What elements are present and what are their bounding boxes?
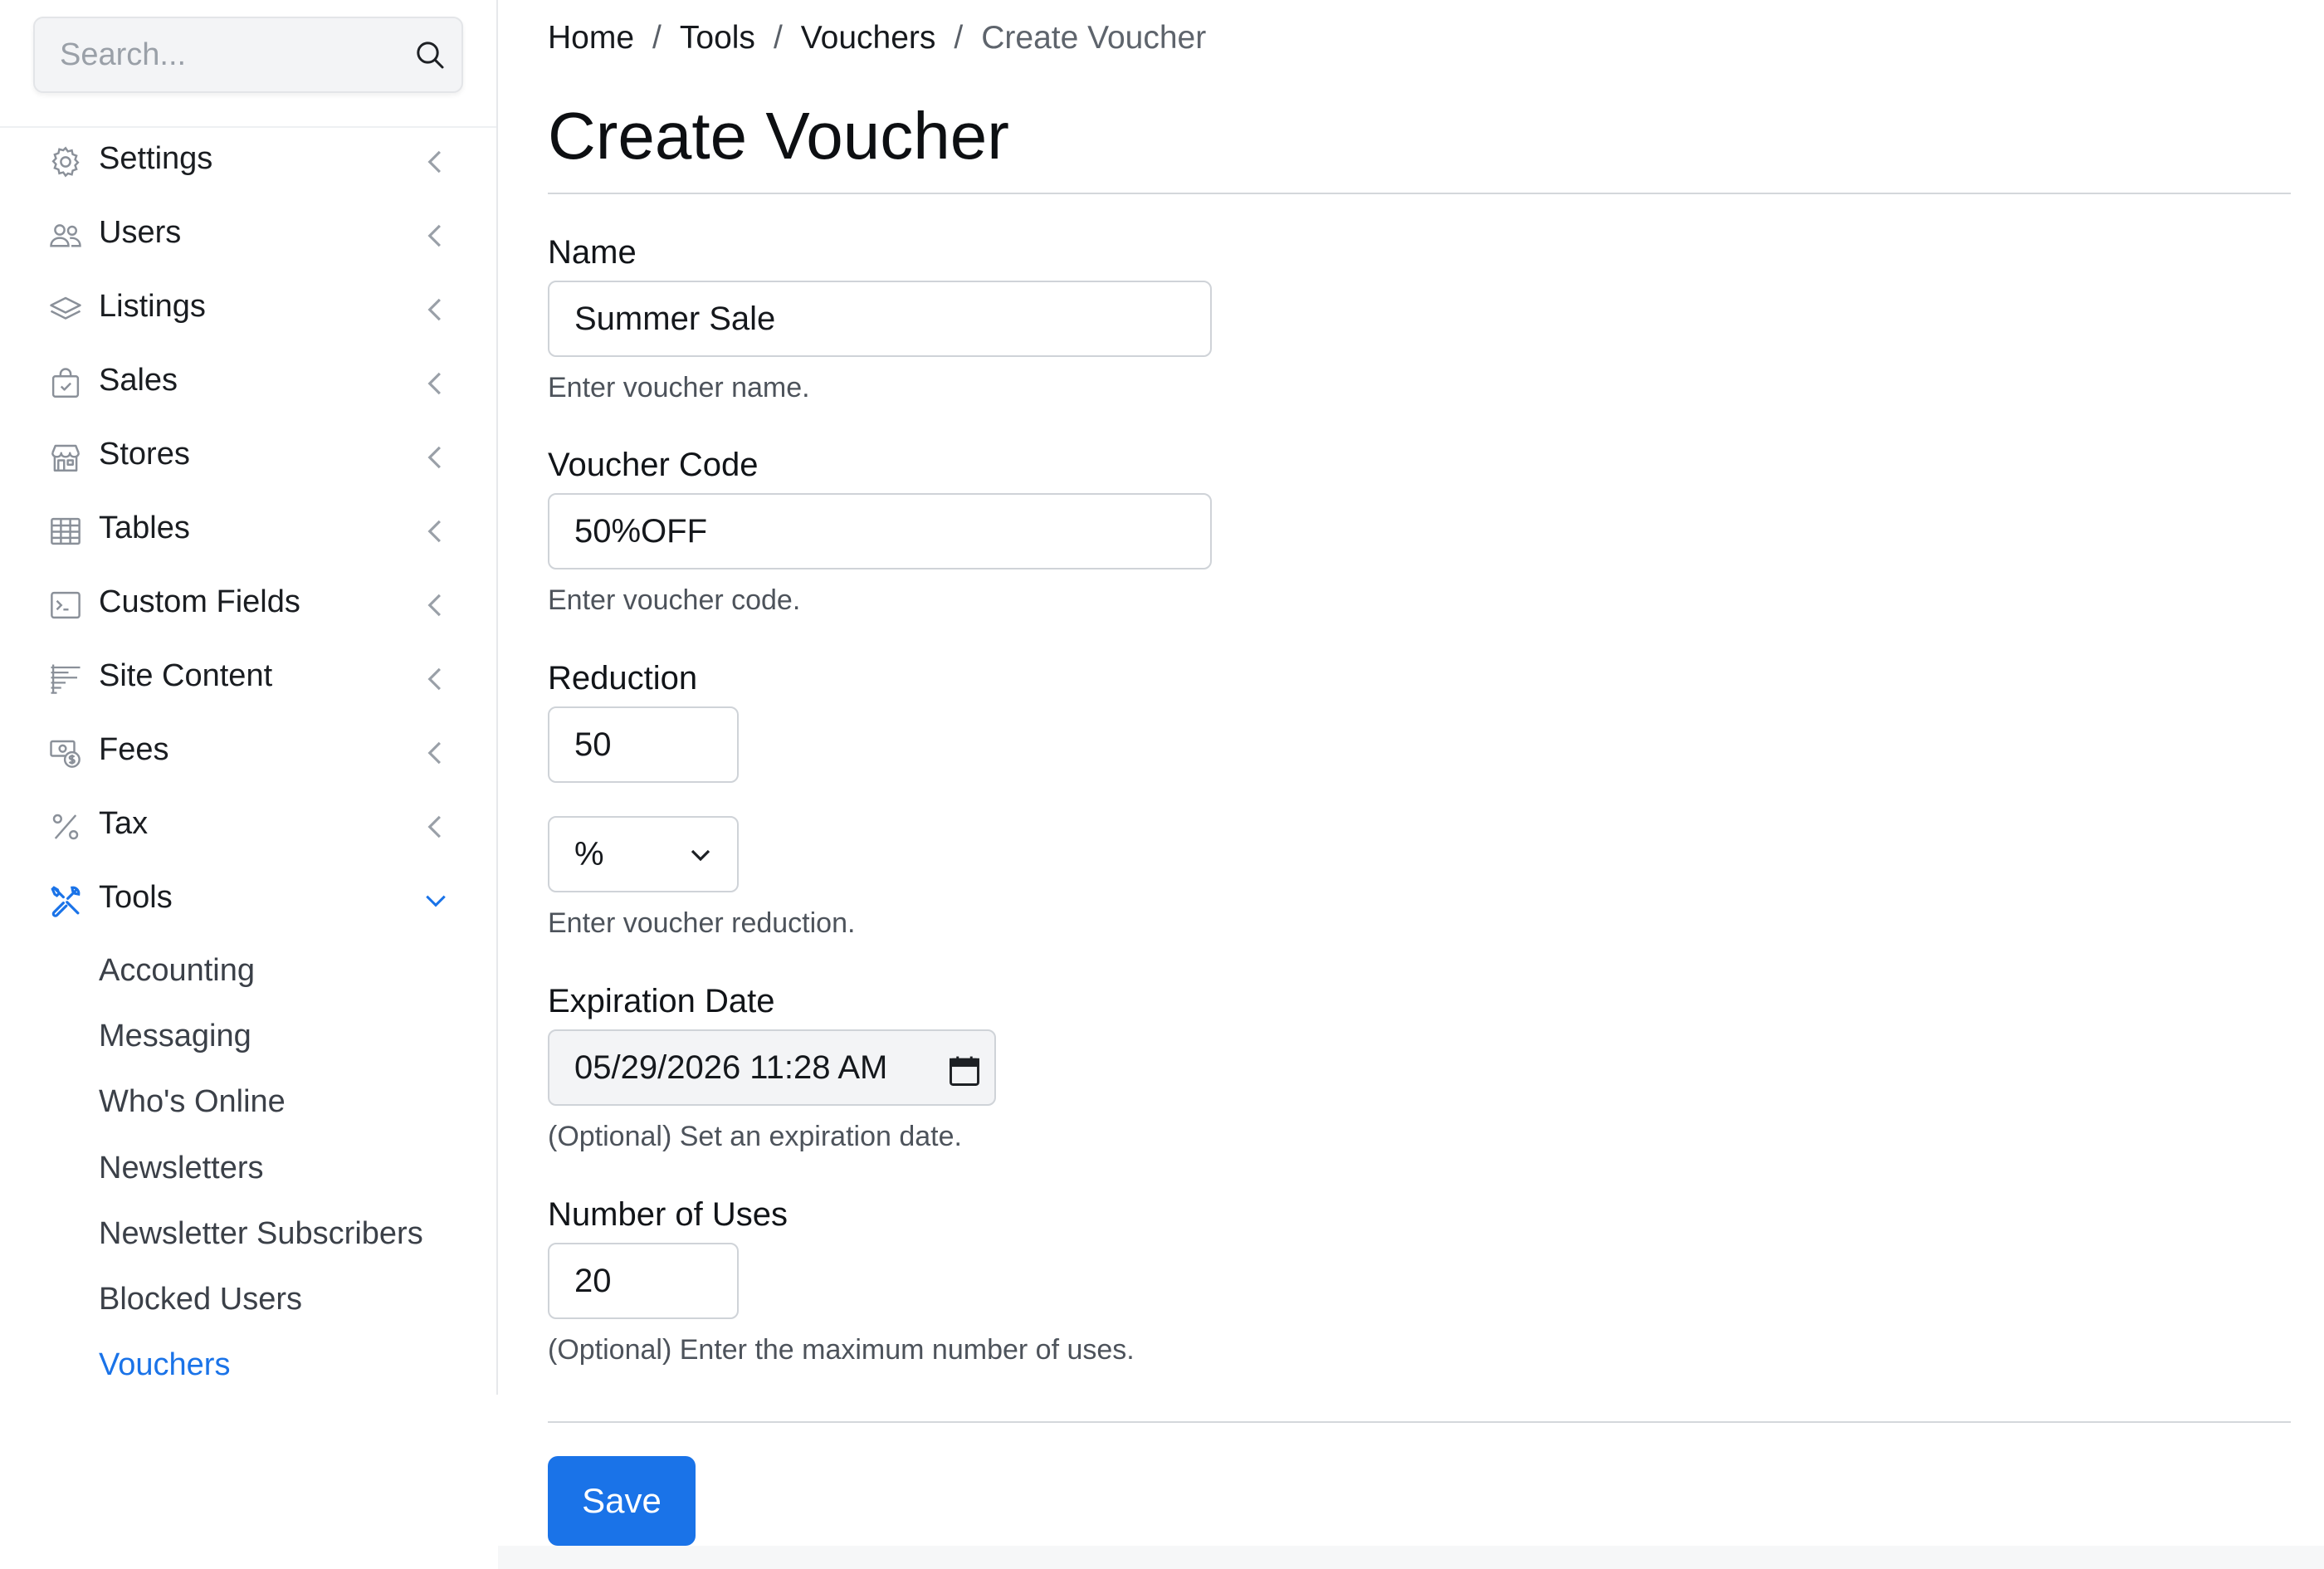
chevron-left-icon (427, 520, 441, 543)
expiration-date-help: (Optional) Set an expiration date. (548, 1121, 962, 1152)
reduction-help: Enter voucher reduction. (548, 907, 856, 939)
sidebar-item-label: Listings (99, 289, 206, 324)
reduction-input[interactable] (548, 706, 739, 783)
sidebar-item-site-content[interactable]: Site Content (0, 648, 496, 708)
chevron-left-icon (427, 150, 441, 174)
terminal-icon (51, 591, 81, 619)
page-title: Create Voucher (548, 99, 1009, 173)
name-label: Name (548, 234, 637, 271)
chevron-left-icon (427, 446, 441, 469)
breadcrumb-tools[interactable]: Tools (680, 20, 755, 56)
sidebar-item-stores[interactable]: Stores (0, 427, 496, 486)
reduction-unit-value: % (574, 836, 604, 872)
breadcrumb-separator: / (954, 20, 964, 56)
voucher-code-input[interactable] (548, 493, 1212, 569)
breadcrumb-current: Create Voucher (981, 20, 1207, 56)
sidebar-subitem-newsletter-subscribers[interactable]: Newsletter Subscribers (99, 1216, 423, 1252)
sidebar-subitem-messaging[interactable]: Messaging (99, 1019, 251, 1054)
shopping-bag-icon (51, 368, 80, 398)
sidebar-item-label: Tables (99, 511, 190, 545)
sidebar: Settings Users Listings Sales (0, 0, 498, 1395)
breadcrumb-separator: / (652, 20, 662, 56)
sidebar-item-tools[interactable]: Tools (0, 870, 496, 930)
sidebar-subitem-accounting[interactable]: Accounting (99, 953, 255, 989)
breadcrumb-separator: / (773, 20, 783, 56)
expiration-date-input[interactable]: 05/29/2026 11:28 AM (548, 1029, 996, 1106)
breadcrumb: Home / Tools / Vouchers / Create Voucher (548, 20, 1206, 56)
number-of-uses-label: Number of Uses (548, 1196, 788, 1233)
sidebar-item-settings[interactable]: Settings (0, 131, 496, 191)
reduction-unit-select[interactable]: % (548, 816, 739, 892)
sidebar-divider (0, 126, 496, 128)
sidebar-item-users[interactable]: Users (0, 205, 496, 265)
number-of-uses-help: (Optional) Enter the maximum number of u… (548, 1334, 1135, 1366)
sidebar-item-fees[interactable]: Fees (0, 722, 496, 782)
text-lines-icon (51, 664, 81, 694)
sidebar-item-label: Custom Fields (99, 584, 300, 619)
sidebar-item-label: Stores (99, 437, 190, 472)
breadcrumb-vouchers[interactable]: Vouchers (801, 20, 936, 56)
layers-icon (50, 296, 81, 320)
chevron-left-icon (427, 298, 441, 321)
expiration-date-value: 05/29/2026 11:28 AM (574, 1049, 888, 1086)
chevron-left-icon (427, 594, 441, 617)
title-divider (548, 193, 2291, 194)
store-icon (51, 444, 80, 472)
money-icon (50, 740, 81, 768)
search-icon[interactable] (413, 38, 447, 71)
users-icon (50, 224, 81, 247)
tools-icon (51, 886, 81, 917)
chevron-left-icon (427, 372, 441, 395)
sidebar-item-label: Sales (99, 363, 178, 398)
gear-icon (51, 146, 80, 178)
form-divider (548, 1421, 2291, 1423)
voucher-code-label: Voucher Code (548, 447, 759, 483)
breadcrumb-home[interactable]: Home (548, 20, 634, 56)
sidebar-item-listings[interactable]: Listings (0, 279, 496, 339)
sidebar-subitem-newsletters[interactable]: Newsletters (99, 1151, 264, 1186)
sidebar-item-label: Tools (99, 880, 173, 915)
search-input[interactable] (60, 18, 408, 91)
sidebar-item-label: Fees (99, 732, 169, 767)
sidebar-item-label: Settings (99, 141, 213, 176)
sidebar-item-custom-fields[interactable]: Custom Fields (0, 574, 496, 634)
voucher-code-help: Enter voucher code. (548, 584, 801, 616)
percent-icon (52, 814, 79, 840)
chevron-down-icon (426, 895, 446, 907)
sidebar-subitem-blocked-users[interactable]: Blocked Users (99, 1282, 302, 1317)
sidebar-item-label: Users (99, 215, 182, 250)
reduction-label: Reduction (548, 660, 698, 697)
sidebar-subitem-vouchers[interactable]: Vouchers (99, 1347, 230, 1383)
chevron-left-icon (427, 224, 441, 247)
chevron-down-icon (691, 849, 710, 862)
save-button[interactable]: Save (548, 1456, 696, 1546)
chevron-left-icon (427, 741, 441, 765)
sidebar-item-label: Site Content (99, 658, 273, 693)
expiration-date-label: Expiration Date (548, 983, 775, 1019)
sidebar-item-tables[interactable]: Tables (0, 501, 496, 560)
sidebar-item-tax[interactable]: Tax (0, 796, 496, 856)
search-box[interactable] (33, 17, 463, 93)
number-of-uses-input[interactable] (548, 1243, 739, 1319)
calendar-icon[interactable] (946, 1053, 983, 1089)
chevron-left-icon (427, 667, 441, 691)
sidebar-item-sales[interactable]: Sales (0, 353, 496, 413)
footer-strip (498, 1546, 2324, 1569)
table-icon (51, 517, 81, 545)
chevron-left-icon (427, 815, 441, 838)
sidebar-subitem-whos-online[interactable]: Who's Online (99, 1084, 286, 1120)
sidebar-item-label: Tax (99, 806, 149, 841)
name-input[interactable] (548, 281, 1212, 357)
name-help: Enter voucher name. (548, 372, 810, 403)
